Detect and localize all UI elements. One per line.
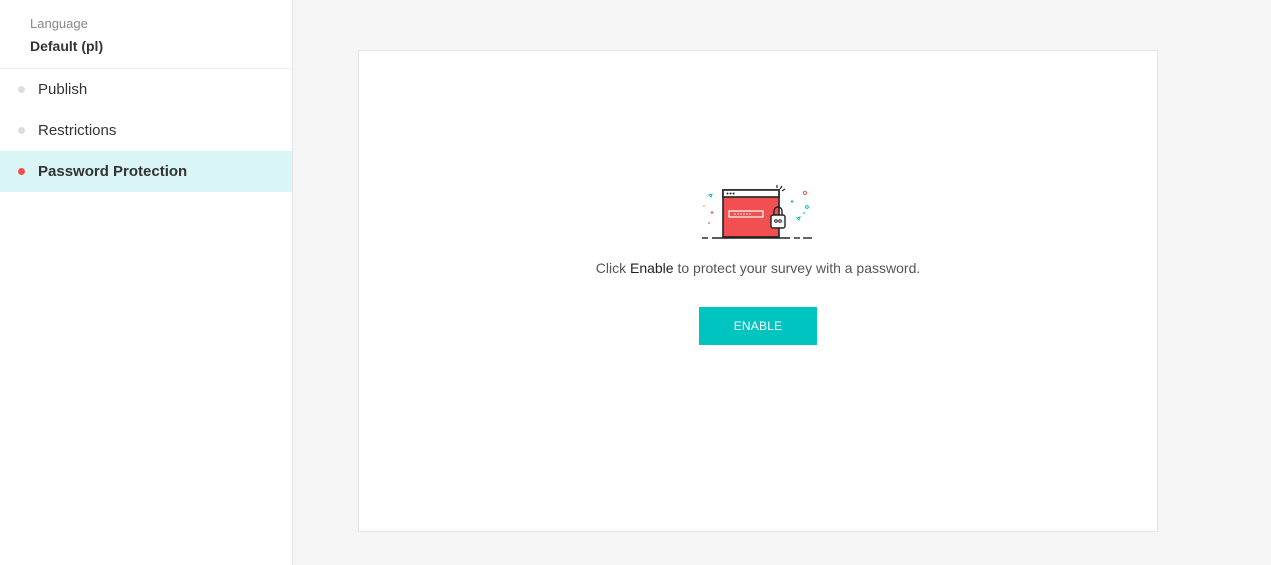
sidebar-item-restrictions[interactable]: Restrictions (0, 110, 292, 151)
status-dot-icon (18, 127, 25, 134)
enable-message: Click Enable to protect your survey with… (359, 260, 1157, 276)
sidebar: Language Default (pl) Publish Restrictio… (0, 0, 293, 565)
message-suffix: to protect your survey with a password. (673, 260, 921, 276)
active-dot-icon (18, 168, 25, 175)
language-selector[interactable]: Language Default (pl) (0, 0, 292, 69)
password-lock-illustration-icon (702, 185, 812, 239)
sidebar-item-publish[interactable]: Publish (0, 69, 292, 110)
message-emphasis: Enable (629, 260, 674, 276)
app-root: Language Default (pl) Publish Restrictio… (0, 0, 1271, 565)
sidebar-item-label: Restrictions (38, 122, 117, 139)
sidebar-nav: Publish Restrictions Password Protection (0, 69, 292, 192)
password-protection-panel: Click Enable to protect your survey with… (358, 50, 1158, 532)
status-dot-icon (18, 86, 25, 93)
language-label: Language (30, 16, 88, 31)
sidebar-item-label: Password Protection (38, 163, 188, 180)
sidebar-item-password-protection[interactable]: Password Protection (0, 151, 292, 192)
sidebar-item-label: Publish (38, 81, 88, 98)
enable-button[interactable]: ENABLE (699, 307, 817, 345)
language-value[interactable]: Default (pl) (30, 38, 292, 54)
message-prefix: Click (595, 260, 630, 276)
